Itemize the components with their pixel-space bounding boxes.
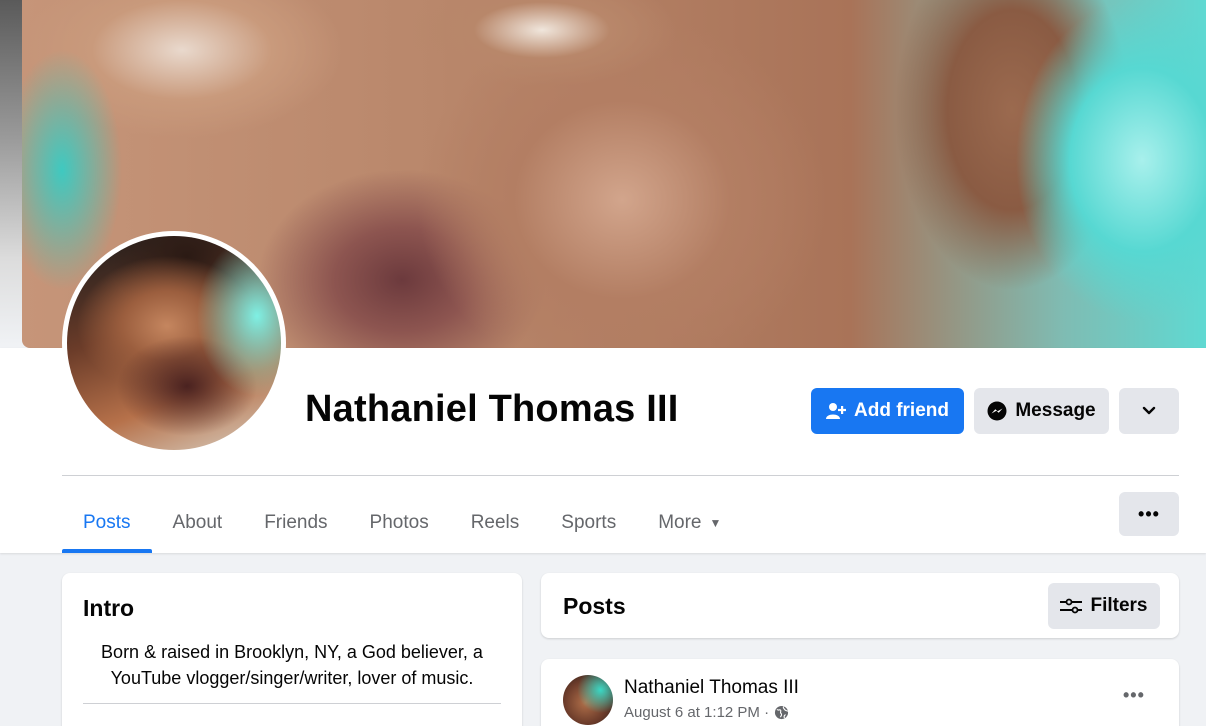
tab-sports[interactable]: Sports	[540, 492, 637, 553]
tab-about[interactable]: About	[152, 492, 244, 553]
tab-posts[interactable]: Posts	[62, 492, 152, 553]
profile-name: Nathaniel Thomas III	[305, 388, 679, 430]
tab-photos[interactable]: Photos	[349, 492, 450, 553]
filters-button[interactable]: Filters	[1048, 583, 1160, 629]
filters-label: Filters	[1090, 595, 1148, 616]
filters-icon	[1060, 598, 1083, 614]
message-button[interactable]: Message	[974, 388, 1109, 434]
add-friend-button[interactable]: Add friend	[811, 388, 964, 434]
post-author-name[interactable]: Nathaniel Thomas III	[624, 677, 799, 699]
tab-label: More	[658, 511, 702, 533]
message-label: Message	[1015, 400, 1096, 421]
post-card: Nathaniel Thomas III August 6 at 1:12 PM…	[541, 659, 1179, 726]
post-options-button[interactable]: •••	[1123, 685, 1145, 706]
more-dots-icon: •••	[1138, 503, 1160, 524]
caret-down-icon: ▼	[709, 515, 722, 530]
posts-header-card: Posts Filters	[541, 573, 1179, 638]
post-meta: August 6 at 1:12 PM ·	[624, 704, 789, 721]
messenger-icon	[987, 401, 1007, 421]
intro-card: Intro Born & raised in Brooklyn, NY, a G…	[62, 573, 522, 726]
tab-reels[interactable]: Reels	[450, 492, 541, 553]
post-timestamp[interactable]: August 6 at 1:12 PM ·	[624, 704, 769, 721]
add-person-icon	[826, 402, 846, 420]
tab-more[interactable]: More ▼	[637, 492, 742, 553]
page-edge-strip	[0, 0, 22, 345]
add-friend-label: Add friend	[854, 400, 949, 421]
profile-avatar[interactable]	[67, 236, 281, 450]
chevron-down-icon	[1142, 400, 1156, 422]
posts-title: Posts	[563, 593, 626, 619]
tab-label: Reels	[470, 511, 520, 533]
globe-icon	[774, 705, 789, 720]
tab-label: About	[172, 511, 223, 533]
more-options-button[interactable]: •••	[1119, 492, 1179, 536]
post-author-avatar[interactable]	[563, 675, 613, 725]
tab-label: Friends	[264, 511, 328, 533]
tab-label: Photos	[369, 511, 429, 533]
tab-label: Posts	[83, 511, 131, 533]
profile-tabs: Posts About Friends Photos Reels Sports …	[62, 492, 742, 553]
intro-title: Intro	[83, 595, 135, 621]
profile-options-button[interactable]	[1119, 388, 1179, 434]
header-divider	[62, 475, 1179, 476]
tab-friends[interactable]: Friends	[243, 492, 348, 553]
tab-label: Sports	[561, 511, 617, 533]
intro-bio: Born & raised in Brooklyn, NY, a God bel…	[101, 642, 483, 688]
intro-divider	[83, 703, 501, 704]
